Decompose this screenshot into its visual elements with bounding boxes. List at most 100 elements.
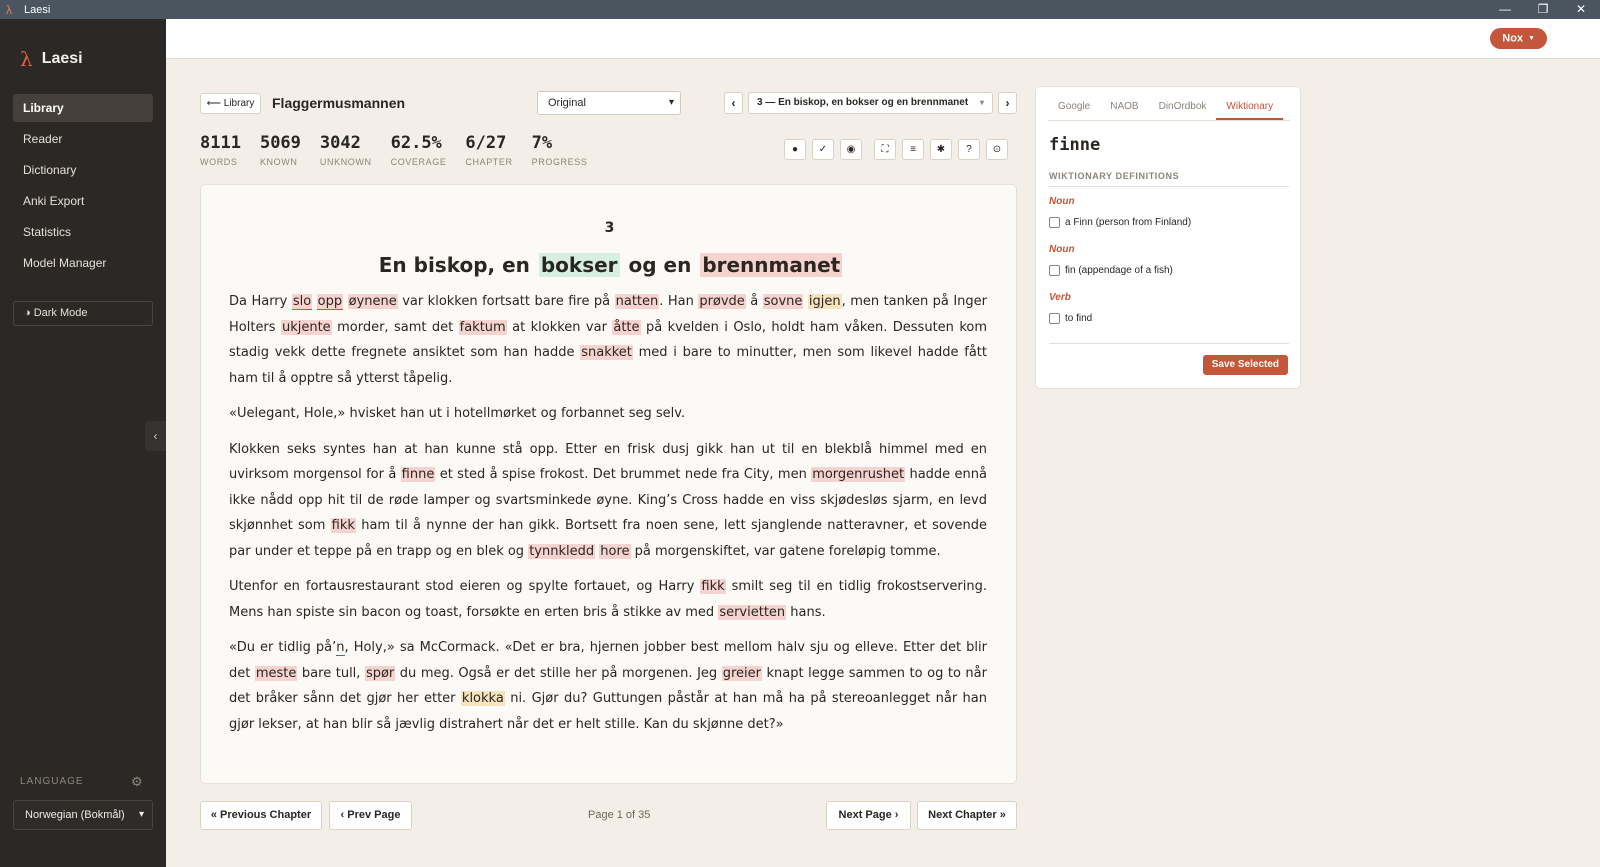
definition-text: fin (appendage of a fish): [1065, 265, 1173, 276]
next-page-button[interactable]: Next Page ›: [826, 801, 911, 830]
language-label: LANGUAGE: [20, 776, 84, 787]
previous-chapter-arrow[interactable]: ‹: [724, 92, 743, 114]
word[interactable]: igjen: [807, 294, 842, 309]
tab-dinordbok[interactable]: DinOrdbok: [1149, 101, 1217, 120]
word[interactable]: slo: [291, 294, 313, 310]
word[interactable]: tynnkledd: [528, 543, 596, 559]
stat-chapter: 6/27 CHAPTER: [465, 133, 512, 167]
definition-row[interactable]: fin (appendage of a fish): [1049, 265, 1289, 276]
window-controls: — ❐ ✕: [1486, 0, 1600, 19]
window-titlebar: λ Laesi — ❐ ✕: [0, 0, 1600, 19]
stat-value: 62.5%: [390, 133, 442, 153]
language-select-value: Norwegian (Bokmål): [25, 809, 125, 821]
caret-down-icon: ▼: [1528, 35, 1535, 42]
word[interactable]: prøvde: [698, 294, 746, 309]
sidebar-item-library[interactable]: Library: [13, 94, 153, 122]
word[interactable]: natten: [614, 294, 660, 309]
definition-row[interactable]: to find: [1049, 313, 1289, 324]
title-word-known[interactable]: bokser: [538, 253, 620, 277]
definition-block: Verb to find: [1049, 292, 1289, 324]
word[interactable]: n: [336, 640, 345, 656]
stat-value: 3042: [319, 133, 361, 153]
word[interactable]: åtte: [612, 319, 641, 335]
word[interactable]: spør: [364, 665, 396, 681]
word[interactable]: opp: [316, 294, 344, 310]
window-title: Laesi: [24, 3, 51, 16]
sidebar: λ Laesi Library Reader Dictionary Anki E…: [0, 19, 166, 867]
previous-page-button[interactable]: ‹ Prev Page: [329, 801, 412, 830]
save-selected-button[interactable]: Save Selected: [1202, 355, 1288, 375]
word[interactable]: fikk: [330, 518, 356, 533]
definition-checkbox[interactable]: [1049, 265, 1060, 276]
word[interactable]: morgenrushet: [811, 467, 906, 482]
chapter-select-value: 3 — En biskop, en bokser og en brennmane…: [757, 97, 969, 108]
dictionary-divider: [1049, 343, 1289, 344]
sidebar-item-anki-export[interactable]: Anki Export: [13, 187, 153, 215]
app-logo-icon: λ: [6, 2, 12, 17]
word[interactable]: øynene: [347, 294, 398, 309]
dot-icon[interactable]: ●: [784, 139, 806, 160]
previous-chapter-button[interactable]: « Previous Chapter: [200, 801, 322, 830]
definition-checkbox[interactable]: [1049, 217, 1060, 228]
reader-card: 3 En biskop, en bokser og en brennmanet …: [200, 184, 1017, 784]
sidebar-item-reader[interactable]: Reader: [13, 125, 153, 153]
definitions-heading: WIKTIONARY DEFINITIONS: [1049, 171, 1289, 187]
word[interactable]: hore: [599, 543, 631, 559]
word[interactable]: fikk: [700, 579, 726, 594]
word[interactable]: meste: [254, 665, 298, 681]
next-chapter-arrow[interactable]: ›: [998, 92, 1017, 114]
stat-coverage: 62.5% COVERAGE: [391, 133, 447, 167]
settings-circle-icon[interactable]: ⊙: [986, 139, 1008, 160]
definition-row[interactable]: a Finn (person from Finland): [1049, 217, 1289, 228]
tab-google[interactable]: Google: [1048, 101, 1100, 120]
stat-value: 7%: [531, 133, 553, 153]
text-mode-select[interactable]: Original ▾: [537, 91, 681, 115]
user-name: Nox: [1502, 32, 1524, 45]
brand: λ Laesi: [20, 47, 83, 71]
word[interactable]: snakket: [580, 345, 633, 360]
stat-words: 8111 WORDS: [200, 133, 241, 167]
maximize-button[interactable]: ❐: [1524, 0, 1562, 19]
stat-progress: 7% PROGRESS: [532, 133, 588, 167]
chevron-down-icon: ▾: [668, 97, 674, 108]
paragraph: Utenfor en fortausrestaurant stod eieren…: [229, 579, 987, 620]
sidebar-item-dictionary[interactable]: Dictionary: [13, 156, 153, 184]
dark-mode-toggle[interactable]: ◑ Dark Mode: [13, 301, 153, 326]
language-select[interactable]: Norwegian (Bokmål) ▾: [13, 800, 153, 830]
word[interactable]: greier: [721, 665, 762, 681]
word[interactable]: finne: [400, 467, 436, 482]
chapter-title: En biskop, en bokser og en brennmanet: [201, 253, 1018, 277]
sidebar-item-statistics[interactable]: Statistics: [13, 218, 153, 246]
definition-checkbox[interactable]: [1049, 313, 1060, 324]
chapter-select[interactable]: 3 — En biskop, en bokser og en brennmane…: [748, 92, 993, 114]
sidebar-collapse-button[interactable]: ‹: [145, 421, 166, 451]
check-icon[interactable]: ✓: [812, 139, 834, 160]
word[interactable]: ukjente: [280, 319, 332, 335]
reader-text: Da Harry slo opp øynene var klokken fort…: [229, 289, 987, 747]
help-icon[interactable]: ?: [958, 139, 980, 160]
book-title: Flaggermusmannen: [272, 95, 406, 111]
word[interactable]: servietten: [718, 604, 787, 620]
word[interactable]: klokka: [460, 691, 505, 706]
next-chapter-button[interactable]: Next Chapter »: [917, 801, 1017, 830]
sidebar-nav: Library Reader Dictionary Anki Export St…: [13, 94, 153, 280]
sidebar-item-model-manager[interactable]: Model Manager: [13, 249, 153, 277]
lines-icon[interactable]: ≡: [902, 139, 924, 160]
fullscreen-icon[interactable]: ⛶: [874, 139, 896, 160]
minimize-button[interactable]: —: [1486, 0, 1524, 19]
word[interactable]: sovne: [762, 294, 804, 309]
sparkle-icon[interactable]: ✱: [930, 139, 952, 160]
word[interactable]: faktum: [458, 319, 507, 335]
back-to-library-button[interactable]: ⟵ Library: [200, 93, 261, 114]
gear-icon[interactable]: ⚙: [131, 774, 143, 790]
brand-name: Laesi: [41, 50, 83, 67]
definition-text: to find: [1065, 313, 1093, 324]
tab-wiktionary[interactable]: Wiktionary: [1216, 101, 1284, 120]
stat-known: 5069 KNOWN: [260, 133, 301, 167]
definition-block: Noun fin (appendage of a fish): [1049, 244, 1289, 276]
title-word-unknown[interactable]: brennmanet: [700, 253, 843, 277]
close-button[interactable]: ✕: [1562, 0, 1600, 19]
target-icon[interactable]: ◉: [840, 139, 862, 160]
user-menu-button[interactable]: Nox ▼: [1490, 28, 1547, 49]
tab-naob[interactable]: NAOB: [1100, 101, 1148, 120]
